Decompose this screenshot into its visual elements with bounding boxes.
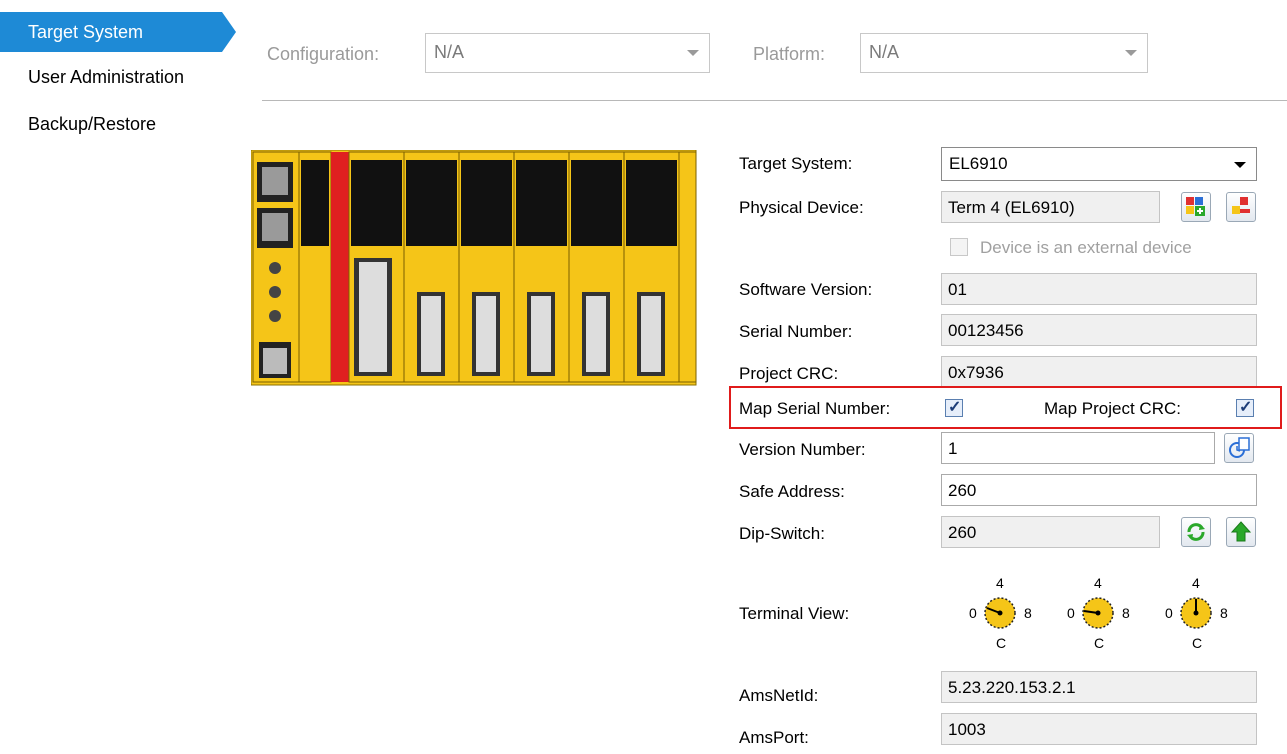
- add-device-icon: [1186, 197, 1205, 216]
- dial-label-bottom: C: [1192, 635, 1203, 651]
- dial-label-right: 8: [1220, 605, 1228, 621]
- platform-label: Platform:: [753, 44, 826, 64]
- dial-label-left: 0: [969, 605, 977, 621]
- add-device-button[interactable]: [1181, 192, 1211, 222]
- remove-device-icon: [1232, 197, 1250, 214]
- nav-item-target-system[interactable]: Target System: [0, 12, 222, 52]
- serial-number-label: Serial Number:: [739, 322, 853, 341]
- ams-net-id-label: AmsNetId:: [739, 686, 819, 705]
- arrow-up-icon: [1230, 521, 1252, 542]
- nav-item-label: User Administration: [28, 67, 185, 87]
- dial-label-top: 4: [996, 575, 1004, 591]
- refresh-dip-switch-button[interactable]: [1181, 517, 1211, 547]
- ams-port-label: AmsPort:: [739, 728, 809, 747]
- platform-value: N/A: [869, 42, 900, 62]
- serial-number-field: 00123456: [941, 314, 1257, 346]
- terminal-device-image: [251, 150, 697, 386]
- safe-address-label: Safe Address:: [739, 482, 845, 501]
- dial-label-left: 0: [1165, 605, 1173, 621]
- physical-device-label: Physical Device:: [739, 198, 864, 217]
- version-history-button[interactable]: [1224, 433, 1254, 463]
- target-system-label: Target System:: [739, 154, 853, 173]
- map-project-crc-checkbox[interactable]: [1236, 397, 1254, 417]
- nav-active-arrow: [222, 12, 236, 52]
- dial-label-left: 0: [1067, 605, 1075, 621]
- external-device-checkbox[interactable]: [950, 238, 968, 256]
- ams-net-id-field: 5.23.220.153.2.1: [941, 671, 1257, 703]
- dip-switch-label: Dip-Switch:: [739, 524, 825, 543]
- map-serial-number-label: Map Serial Number:: [739, 399, 891, 418]
- remove-device-button[interactable]: [1226, 192, 1256, 222]
- chevron-down-icon: [1234, 162, 1246, 168]
- configuration-label: Configuration:: [267, 44, 380, 64]
- ams-port-field: 1003: [941, 713, 1257, 745]
- chevron-down-icon: [1125, 50, 1137, 56]
- chevron-down-icon: [687, 50, 699, 56]
- target-system-select[interactable]: EL6910: [941, 147, 1257, 181]
- software-version-label: Software Version:: [739, 280, 873, 299]
- header-divider: [262, 100, 1287, 101]
- dial-label-bottom: C: [996, 635, 1007, 651]
- dial-label-right: 8: [1024, 605, 1032, 621]
- terminal-view-label: Terminal View:: [739, 604, 850, 623]
- configuration-value: N/A: [434, 42, 465, 62]
- dial-label-top: 4: [1094, 575, 1102, 591]
- version-number-input[interactable]: 1: [941, 432, 1215, 464]
- rotary-dial: 4 0 8 C: [960, 575, 1040, 655]
- nav-item-backup-restore[interactable]: Backup/Restore: [0, 104, 156, 144]
- platform-select[interactable]: N/A: [860, 33, 1148, 73]
- dial-label-right: 8: [1122, 605, 1130, 621]
- dip-switch-field: 260: [941, 516, 1160, 548]
- nav-item-label: Target System: [28, 22, 144, 42]
- target-system-value: EL6910: [949, 154, 1008, 173]
- software-version-field: 01: [941, 273, 1257, 305]
- history-icon: [1229, 437, 1250, 458]
- rotary-dial: 4 0 8 C: [1058, 575, 1138, 655]
- external-device-label: Device is an external device: [980, 238, 1192, 257]
- dial-face-icon: [1180, 597, 1212, 629]
- version-number-label: Version Number:: [739, 440, 866, 459]
- project-crc-field: 0x7936: [941, 356, 1257, 388]
- nav-item-label: Backup/Restore: [28, 114, 157, 134]
- refresh-icon: [1187, 523, 1205, 541]
- physical-device-field: Term 4 (EL6910): [941, 191, 1160, 223]
- rotary-dial: 4 0 8 C: [1156, 575, 1236, 655]
- nav-item-user-administration[interactable]: User Administration: [0, 57, 184, 97]
- safe-address-input[interactable]: 260: [941, 474, 1257, 506]
- upload-dip-switch-button[interactable]: [1226, 517, 1256, 547]
- dial-label-bottom: C: [1094, 635, 1105, 651]
- dial-face-icon: [1082, 597, 1114, 629]
- project-crc-label: Project CRC:: [739, 364, 839, 383]
- dial-face-icon: [984, 597, 1016, 629]
- map-project-crc-label: Map Project CRC:: [1044, 399, 1181, 418]
- map-serial-number-checkbox[interactable]: [945, 397, 963, 417]
- configuration-select[interactable]: N/A: [425, 33, 710, 73]
- dial-label-top: 4: [1192, 575, 1200, 591]
